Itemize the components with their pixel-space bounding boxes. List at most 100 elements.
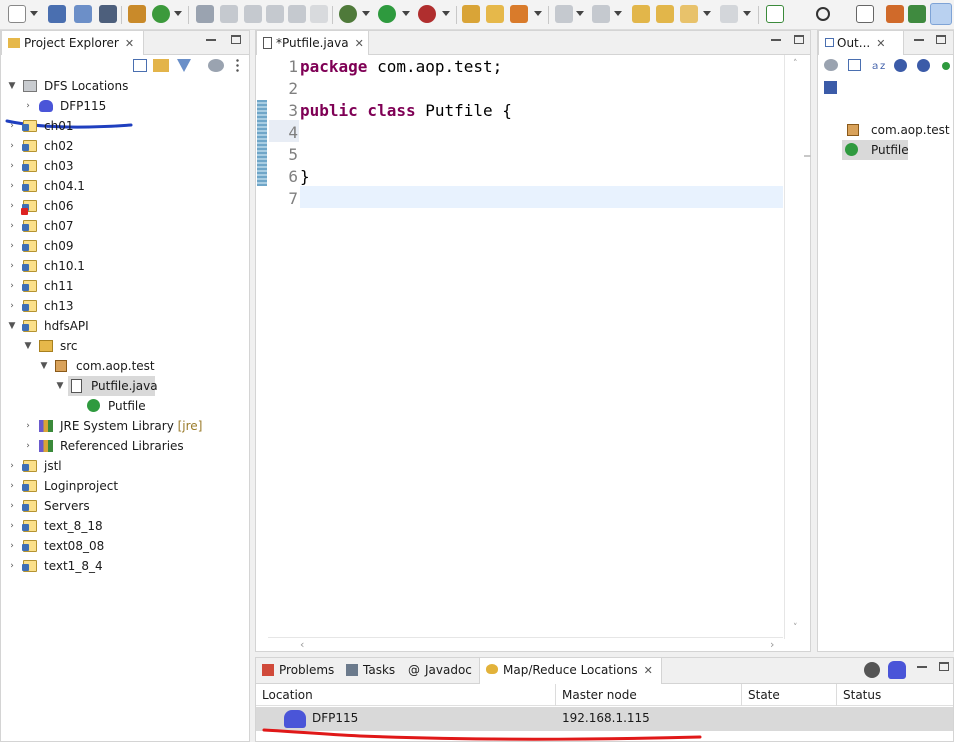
collapsed-chevron-icon[interactable]: ›	[7, 216, 17, 236]
maximize-icon[interactable]	[231, 35, 241, 44]
print-icon[interactable]	[99, 5, 117, 23]
collapse-all-icon[interactable]	[133, 59, 147, 72]
tree-item-class[interactable]: Putfile	[1, 396, 249, 416]
collapsed-chevron-icon[interactable]: ›	[7, 176, 17, 196]
expanded-chevron-icon[interactable]: ▼	[39, 356, 49, 376]
back-dropdown-icon[interactable]	[703, 11, 711, 16]
collapsed-chevron-icon[interactable]: ›	[7, 156, 17, 176]
tab-putfile-java[interactable]: *Putfile.java ✕	[256, 31, 369, 55]
tree-item-project[interactable]: › jstl	[1, 456, 249, 476]
save-all-icon[interactable]	[74, 5, 92, 23]
save-icon[interactable]	[48, 5, 66, 23]
search-flashlight-icon[interactable]	[510, 5, 528, 23]
collapsed-chevron-icon[interactable]: ›	[23, 436, 33, 456]
maximize-icon[interactable]	[939, 662, 949, 671]
tree-item-dfs-locations[interactable]: ▼ DFS Locations	[1, 76, 249, 96]
collapsed-chevron-icon[interactable]: ›	[7, 476, 17, 496]
collapsed-chevron-icon[interactable]: ›	[7, 236, 17, 256]
tab-tasks[interactable]: Tasks	[346, 663, 395, 677]
column-header-master-node[interactable]: Master node	[556, 684, 742, 706]
forward-edit-icon[interactable]	[656, 5, 674, 23]
java-ee-perspective-icon[interactable]	[886, 5, 904, 23]
collapsed-chevron-icon[interactable]: ›	[7, 256, 17, 276]
hide-local-types-icon[interactable]	[824, 81, 837, 94]
java-perspective-icon[interactable]	[908, 5, 926, 23]
external-tools-dropdown-icon[interactable]	[442, 11, 450, 16]
column-header-location[interactable]: Location	[256, 684, 556, 706]
search-icon[interactable]	[816, 7, 830, 21]
next-annotation-dropdown-icon[interactable]	[576, 11, 584, 16]
collapsed-chevron-icon[interactable]: ›	[7, 116, 17, 136]
last-edit-icon[interactable]	[632, 5, 650, 23]
minimize-icon[interactable]	[771, 39, 781, 41]
tree-item-project[interactable]: › ch04.1	[1, 176, 249, 196]
tree-item-project[interactable]: › ch01	[1, 116, 249, 136]
run-icon[interactable]	[378, 5, 396, 23]
collapsed-chevron-icon[interactable]: ›	[7, 136, 17, 156]
tree-item-project[interactable]: › ch03	[1, 156, 249, 176]
column-header-status[interactable]: Status	[837, 684, 953, 706]
tree-item-project[interactable]: › Loginproject	[1, 476, 249, 496]
tree-item-project[interactable]: › ch09	[1, 236, 249, 256]
tree-item-package[interactable]: ▼ com.aop.test	[1, 356, 249, 376]
hide-non-public-icon[interactable]	[942, 62, 950, 70]
toggle-mark-icon[interactable]	[196, 5, 214, 23]
collapsed-chevron-icon[interactable]: ›	[7, 536, 17, 556]
maximize-icon[interactable]	[936, 35, 946, 44]
collapse-all-icon[interactable]	[848, 59, 861, 71]
collapsed-chevron-icon[interactable]: ›	[7, 296, 17, 316]
debug-dropdown-icon[interactable]	[362, 11, 370, 16]
expanded-chevron-icon[interactable]: ▼	[23, 336, 33, 356]
collapsed-chevron-icon[interactable]: ›	[7, 496, 17, 516]
hide-static-icon[interactable]	[917, 59, 930, 72]
tree-item-project[interactable]: › text08_08	[1, 536, 249, 556]
external-tools-icon[interactable]	[418, 5, 436, 23]
hide-fields-icon[interactable]	[894, 59, 907, 72]
expanded-chevron-icon[interactable]: ▼	[7, 76, 17, 96]
pen-icon[interactable]	[220, 5, 238, 23]
new-class-icon[interactable]	[152, 5, 170, 23]
new-dropdown-icon[interactable]	[30, 11, 38, 16]
tree-item-src[interactable]: ▼ src	[1, 336, 249, 356]
tab-project-explorer[interactable]: Project Explorer ✕	[1, 31, 144, 55]
forward-icon[interactable]	[720, 5, 738, 23]
vertical-scrollbar[interactable]: ˄ ˅	[784, 55, 811, 639]
scroll-left-icon[interactable]: ‹	[300, 638, 304, 651]
tree-item-referenced-libraries[interactable]: › Referenced Libraries	[1, 436, 249, 456]
tree-item-project[interactable]: › text_8_18	[1, 516, 249, 536]
pilcrow-icon[interactable]	[310, 5, 328, 23]
new-class-dropdown-icon[interactable]	[174, 11, 182, 16]
run-dropdown-icon[interactable]	[402, 11, 410, 16]
scroll-right-icon[interactable]: ›	[770, 638, 774, 651]
scroll-down-icon[interactable]: ˅	[793, 623, 798, 633]
search-dropdown-icon[interactable]	[534, 11, 542, 16]
close-icon[interactable]: ✕	[876, 37, 885, 50]
collapsed-chevron-icon[interactable]: ›	[7, 516, 17, 536]
minimize-icon[interactable]	[914, 39, 924, 41]
tab-mapreduce-locations[interactable]: Map/Reduce Locations ✕	[479, 658, 662, 684]
collapsed-chevron-icon[interactable]: ›	[7, 276, 17, 296]
delete-location-icon[interactable]	[864, 662, 880, 678]
tree-item-jre[interactable]: › JRE System Library [jre]	[1, 416, 249, 436]
mapreduce-perspective-icon[interactable]	[930, 3, 952, 25]
tree-item-project[interactable]: › ch13	[1, 296, 249, 316]
word-wrap-icon[interactable]	[266, 5, 284, 23]
tree-item-project[interactable]: › text1_8_4	[1, 556, 249, 576]
back-icon[interactable]	[680, 5, 698, 23]
maximize-icon[interactable]	[794, 35, 804, 44]
debug-icon[interactable]	[339, 5, 357, 23]
open-perspective-icon[interactable]	[856, 5, 874, 23]
open-type-icon[interactable]	[462, 5, 480, 23]
collapsed-chevron-icon[interactable]: ›	[23, 96, 33, 116]
block-selection-icon[interactable]	[244, 5, 262, 23]
open-folder-icon[interactable]	[486, 5, 504, 23]
expanded-chevron-icon[interactable]: ▼	[7, 316, 17, 336]
collapsed-chevron-icon[interactable]: ›	[7, 556, 17, 576]
expanded-chevron-icon[interactable]: ▼	[55, 376, 65, 396]
sort-icon[interactable]: ａz	[870, 57, 885, 72]
prev-annotation-icon[interactable]	[592, 5, 610, 23]
column-header-state[interactable]: State	[742, 684, 837, 706]
tree-item-putfile-java[interactable]: ▼ Putfile.java	[1, 376, 249, 396]
tree-item-project[interactable]: › Servers	[1, 496, 249, 516]
pin-editor-icon[interactable]	[766, 5, 784, 23]
